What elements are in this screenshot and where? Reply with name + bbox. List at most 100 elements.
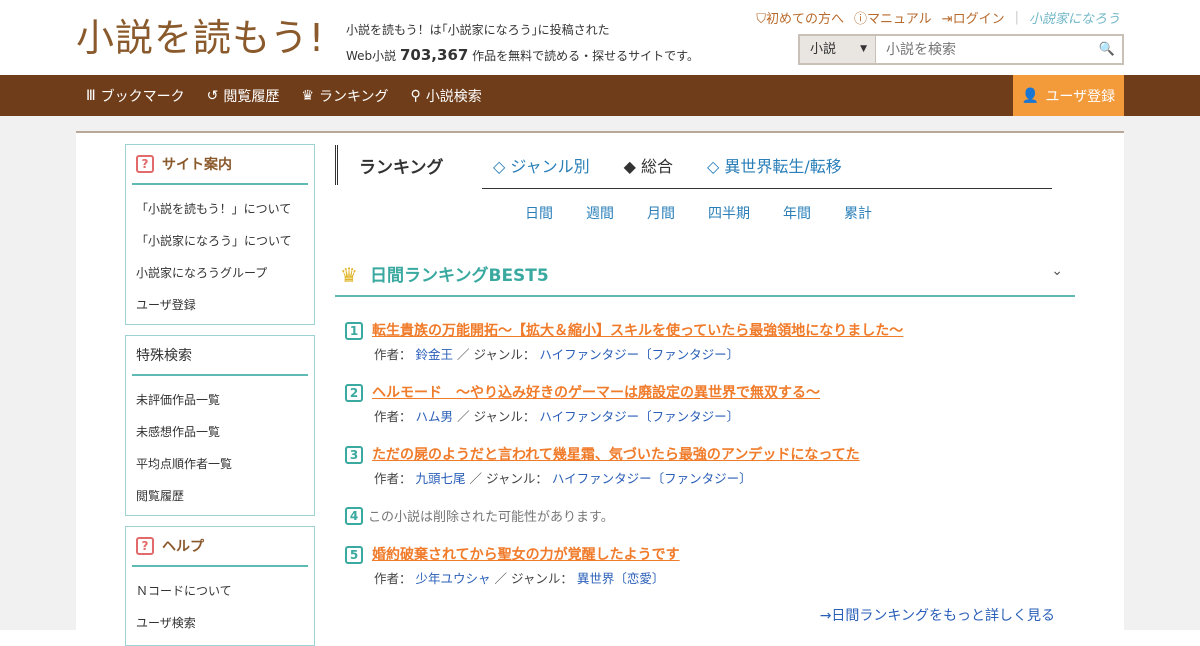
help-title: ヘルプ — [162, 539, 204, 555]
main-nav: Ⅲ ブックマーク ↺ 閲覧履歴 ♛ ランキング ⚲ 小説検索 👤 ユーザ登録 — [0, 75, 1200, 116]
nav-search-label: 小説検索 — [425, 88, 482, 105]
sidebar-item-user-search[interactable]: ユーザ検索 — [136, 607, 314, 639]
author-label: 作者： — [374, 409, 412, 424]
login-icon: ⇥ — [941, 12, 953, 27]
genre-link[interactable]: ハイファンタジー〔ファンタジー〕 — [539, 347, 739, 362]
ranking-header: ランキング ◇ ジャンル別 ◆ 総合 ◇ 異世界転生/転移 — [335, 145, 1075, 185]
special-search-header: 特殊検索 — [132, 336, 308, 376]
genre-link[interactable]: 異世界〔恋愛〕 — [577, 571, 665, 586]
author-link[interactable]: 九頭七尾 — [416, 471, 466, 486]
site-guide-header: ? サイト案内 — [132, 145, 308, 185]
site-guide-box: ? サイト案内 「小説を読もう！」について 「小説家になろう」について 小説家にな… — [125, 144, 315, 325]
beginner-link-label: 初めての方へ — [766, 12, 845, 27]
author-link[interactable]: 鈴金王 — [416, 347, 454, 362]
nav-search[interactable]: ⚲ 小説検索 — [411, 86, 482, 106]
login-link[interactable]: ⇥ログイン — [942, 8, 1005, 27]
content-area: ? サイト案内 「小説を読もう！」について 「小説家になろう」について 小説家にな… — [76, 131, 1124, 646]
sidebar-item-unrated[interactable]: 未評価作品一覧 — [136, 384, 314, 416]
search-type-select[interactable]: 小説 ▼ — [800, 36, 876, 63]
period-quarterly[interactable]: 四半期 — [708, 203, 750, 223]
author-link[interactable]: ハム男 — [416, 409, 454, 424]
rank-number-icon: 4 — [345, 507, 363, 525]
help-box: ? ヘルプ Ｎコードについて ユーザ検索 — [125, 526, 315, 646]
help-header: ? ヘルプ — [132, 527, 308, 567]
question-icon: ? — [136, 155, 154, 173]
page-background — [1124, 116, 1200, 630]
search-input[interactable] — [876, 36, 1092, 63]
rank-number-icon: 1 — [345, 322, 363, 340]
site-header: 小説を読もう! 小説を読もう！は｢小説家になろう｣に投稿された Web小説 70… — [0, 0, 1200, 75]
site-logo[interactable]: 小説を読もう! — [76, 14, 325, 62]
manual-link-label: マニュアル — [867, 12, 932, 27]
tab-divider — [482, 188, 1052, 189]
page-background — [76, 116, 1124, 131]
page-background — [0, 116, 76, 630]
novel-meta: 作者： 鈴金王 ／ ジャンル： ハイファンタジー〔ファンタジー〕 — [374, 347, 740, 362]
daily-best-title: 日間ランキングBEST5 — [370, 266, 549, 286]
novel-title-link[interactable]: 婚約破棄されてから聖女の力が覚醒したようです — [372, 544, 680, 564]
nav-ranking-label: ランキング — [318, 88, 389, 105]
period-daily[interactable]: 日間 — [525, 203, 553, 223]
period-monthly[interactable]: 月間 — [647, 203, 675, 223]
sidebar-item-avg-author[interactable]: 平均点順作者一覧 — [136, 448, 314, 480]
more-daily-ranking-link[interactable]: →日間ランキングをもっと詳しく見る — [820, 605, 1055, 625]
rank-number-icon: 5 — [345, 546, 363, 564]
genre-link[interactable]: ハイファンタジー〔ファンタジー〕 — [552, 471, 752, 486]
divider: | — [1014, 10, 1019, 25]
nav-bookmark[interactable]: Ⅲ ブックマーク — [86, 86, 185, 106]
crown-icon: ♛ — [340, 263, 358, 287]
manual-link[interactable]: ⓘマニュアル — [854, 8, 932, 27]
deleted-notice: この小説は削除された可能性があります。 — [368, 510, 614, 525]
nav-ranking[interactable]: ♛ ランキング — [301, 86, 388, 106]
user-icon: 👤 — [1021, 87, 1040, 104]
bookmark-icon: Ⅲ — [86, 87, 96, 104]
nav-bookmark-label: ブックマーク — [100, 88, 185, 105]
novel-title-link[interactable]: 転生貴族の万能開拓～【拡大＆縮小】スキルを使っていたら最強領地になりました～ — [372, 320, 903, 340]
sidebar-item-ncode[interactable]: Ｎコードについて — [136, 575, 314, 607]
narou-logo[interactable]: 小説家になろう — [1029, 8, 1120, 27]
search-type-value: 小説 — [810, 42, 837, 57]
sidebar-item-no-review[interactable]: 未感想作品一覧 — [136, 416, 314, 448]
novel-title-link[interactable]: ヘルモード ～やり込み好きのゲーマーは廃設定の異世界で無双する～ — [372, 382, 820, 402]
period-yearly[interactable]: 年間 — [783, 203, 811, 223]
sidebar-item-user-register[interactable]: ユーザ登録 — [136, 289, 314, 321]
novel-meta: 作者： ハム男 ／ ジャンル： ハイファンタジー〔ファンタジー〕 — [374, 409, 740, 424]
author-label: 作者： — [374, 347, 412, 362]
tab-isekai[interactable]: ◇ 異世界転生/転移 — [707, 153, 842, 177]
genre-label: ジャンル： — [510, 571, 573, 586]
daily-best-header[interactable]: ♛ 日間ランキングBEST5 ⌄ — [335, 253, 1075, 297]
sidebar-item-about-yomou[interactable]: 「小説を読もう！」について — [136, 193, 314, 225]
work-count: 703,367 — [400, 46, 469, 64]
genre-label: ジャンル： — [485, 471, 548, 486]
sidebar-item-narou-group[interactable]: 小説家になろうグループ — [136, 257, 314, 289]
tagline-line2: Web小説 703,367 作品を無料で読める・探せるサイトです。 — [346, 43, 699, 69]
user-register-label: ユーザ登録 — [1045, 88, 1116, 105]
chevron-down-icon[interactable]: ⌄ — [1051, 263, 1063, 279]
period-weekly[interactable]: 週間 — [586, 203, 614, 223]
sidebar-item-about-narou[interactable]: 「小説家になろう」について — [136, 225, 314, 257]
author-label: 作者： — [374, 471, 412, 486]
top-links: ⛉初めての方へ ⓘマニュアル ⇥ログイン | 小説家になろう — [756, 8, 1120, 27]
ranking-tabs: ◇ ジャンル別 ◆ 総合 ◇ 異世界転生/転移 — [493, 153, 842, 177]
search-icon: ⚲ — [410, 87, 421, 104]
period-links: 日間 週間 月間 四半期 年間 累計 — [525, 203, 872, 223]
site-tagline: 小説を読もう！は｢小説家になろう｣に投稿された Web小説 703,367 作品… — [346, 18, 699, 69]
tab-genre[interactable]: ◇ ジャンル別 — [493, 153, 590, 177]
question-icon: ⓘ — [854, 12, 868, 27]
beginner-link[interactable]: ⛉初めての方へ — [756, 8, 844, 27]
author-label: 作者： — [374, 571, 412, 586]
novel-meta: 作者： 少年ユウシャ ／ ジャンル： 異世界〔恋愛〕 — [374, 571, 665, 586]
sidebar-item-history[interactable]: 閲覧履歴 — [136, 480, 314, 512]
user-register-button[interactable]: 👤 ユーザ登録 — [1013, 75, 1124, 116]
genre-link[interactable]: ハイファンタジー〔ファンタジー〕 — [539, 409, 739, 424]
novel-title-link[interactable]: ただの屍のようだと言われて幾星霜、気づいたら最強のアンデッドになってた — [372, 444, 860, 464]
rank-number-icon: 3 — [345, 446, 363, 464]
author-link[interactable]: 少年ユウシャ — [416, 571, 491, 586]
ranking-title: ランキング — [359, 158, 444, 178]
period-cumulative[interactable]: 累計 — [844, 203, 872, 223]
search-icon[interactable]: 🔍 — [1092, 36, 1122, 63]
site-guide-title: サイト案内 — [162, 157, 232, 173]
nav-history[interactable]: ↺ 閲覧履歴 — [207, 86, 280, 106]
tab-overall[interactable]: ◆ 総合 — [624, 153, 673, 177]
special-search-title: 特殊検索 — [136, 348, 192, 364]
